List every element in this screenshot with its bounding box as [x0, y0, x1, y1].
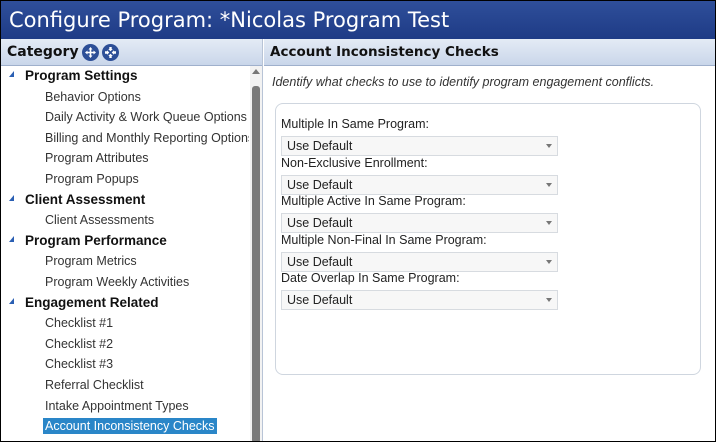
- check-field: Multiple In Same Program: Use Default: [281, 116, 558, 156]
- tree-item[interactable]: Referral Checklist: [1, 375, 249, 396]
- tree-item[interactable]: Intake Appointment Types: [1, 396, 249, 417]
- tree-group-label: Program Performance: [25, 232, 167, 248]
- check-field-label: Non-Exclusive Enrollment:: [281, 155, 428, 170]
- tree-item[interactable]: Program Metrics: [1, 251, 249, 272]
- check-field-dropdown[interactable]: Use Default: [281, 290, 558, 311]
- check-field-label: Multiple Non-Final In Same Program:: [281, 232, 487, 247]
- tree-group-label: Program Settings: [25, 68, 138, 83]
- dropdown-value: Use Default: [287, 293, 353, 308]
- check-field-label: Multiple In Same Program:: [281, 117, 429, 131]
- dropdown-value: Use Default: [287, 216, 353, 231]
- configure-program-window: Configure Program: *Nicolas Program Test…: [0, 0, 716, 442]
- tree-group[interactable]: Program Performance: [1, 231, 249, 252]
- tree-item[interactable]: Checklist #2: [1, 334, 249, 355]
- tree-item[interactable]: Daily Activity & Work Queue Options: [1, 107, 249, 128]
- tree-item-label: Account Inconsistency Checks: [43, 418, 217, 435]
- tree-item-selected[interactable]: Account Inconsistency Checks: [1, 416, 249, 437]
- tree-item-label: Intake Appointment Types: [45, 398, 189, 413]
- panel-title: Account Inconsistency Checks: [264, 39, 715, 66]
- check-field-label: Multiple Active In Same Program:: [281, 194, 466, 209]
- check-field: Multiple Non-Final In Same Program: Use D…: [281, 232, 558, 272]
- dropdown-value: Use Default: [287, 177, 353, 192]
- expand-arrow-icon[interactable]: [9, 235, 14, 242]
- check-field: Date Overlap In Same Program: Use Default: [281, 270, 558, 311]
- expand-all-icon[interactable]: [81, 43, 99, 61]
- tree-item-label: Client Assessments: [45, 213, 155, 228]
- tree-item[interactable]: Client Assessments: [1, 210, 249, 231]
- tree-item[interactable]: Billing and Monthly Reporting Options: [1, 128, 249, 149]
- check-field-dropdown[interactable]: Use Default: [281, 136, 558, 156]
- collapse-all-icon[interactable]: [101, 43, 119, 61]
- tree-scrollbar[interactable]: [250, 66, 262, 441]
- tree-item-label: Program Attributes: [45, 151, 149, 166]
- scroll-up-icon[interactable]: [252, 69, 260, 74]
- dropdown-value: Use Default: [287, 139, 353, 153]
- tree-item[interactable]: Behavior Options: [1, 87, 249, 108]
- tree-item[interactable]: Program Popups: [1, 169, 249, 190]
- expand-arrow-icon[interactable]: [9, 71, 14, 77]
- tree-item-label: Program Popups: [45, 171, 139, 186]
- category-panel: Category Program Settings Behavior Option…: [1, 39, 263, 441]
- chevron-down-icon[interactable]: [546, 298, 552, 303]
- chevron-down-icon[interactable]: [546, 221, 552, 226]
- check-field-dropdown[interactable]: Use Default: [281, 251, 558, 272]
- tree-group[interactable]: Client Assessment: [1, 190, 249, 211]
- tree-group-label: Engagement Related: [25, 294, 159, 310]
- tree-group[interactable]: Program Settings: [1, 66, 249, 87]
- expand-arrow-icon[interactable]: [9, 297, 14, 304]
- settings-panel: Account Inconsistency Checks Identify wh…: [264, 39, 715, 441]
- check-field: Non-Exclusive Enrollment: Use Default: [281, 155, 558, 195]
- check-field-label: Date Overlap In Same Program:: [281, 271, 460, 286]
- tree-item-label: Referral Checklist: [45, 377, 144, 392]
- chevron-down-icon[interactable]: [546, 144, 552, 148]
- panel-description: Identify what checks to use to identify …: [272, 75, 655, 89]
- tree-item-label: Checklist #2: [45, 336, 114, 351]
- expand-arrow-icon[interactable]: [9, 194, 14, 201]
- check-field-dropdown[interactable]: Use Default: [281, 174, 558, 195]
- tree-item[interactable]: Checklist #1: [1, 313, 249, 334]
- category-title: Category: [7, 44, 79, 60]
- tree-group[interactable]: Engagement Related: [1, 293, 249, 314]
- tree-item-label: Daily Activity & Work Queue Options: [45, 110, 247, 125]
- category-header: Category: [1, 39, 262, 66]
- tree-item[interactable]: Program Attributes: [1, 148, 249, 169]
- tree-group-label: Client Assessment: [25, 191, 146, 207]
- tree-item-label: Program Weekly Activities: [45, 274, 190, 289]
- check-field: Multiple Active In Same Program: Use Defa…: [281, 193, 558, 234]
- dropdown-value: Use Default: [287, 254, 353, 269]
- scroll-thumb[interactable]: [252, 86, 260, 441]
- tree-item[interactable]: Program Weekly Activities: [1, 272, 249, 293]
- tree-item-label: Behavior Options: [45, 89, 141, 104]
- checks-card: Multiple In Same Program: Use Default Non-…: [275, 103, 701, 375]
- tree-item[interactable]: Checklist #3: [1, 354, 249, 375]
- tree-item-label: Billing and Monthly Reporting Options: [45, 130, 249, 145]
- chevron-down-icon[interactable]: [546, 259, 552, 264]
- check-field-dropdown[interactable]: Use Default: [281, 213, 558, 234]
- tree-item-label: Program Metrics: [45, 254, 137, 269]
- tree-item-label: Checklist #3: [45, 357, 114, 372]
- tree-item-label: Checklist #1: [45, 316, 114, 331]
- chevron-down-icon[interactable]: [546, 182, 552, 187]
- category-tree: Program Settings Behavior Options Daily Ac…: [1, 66, 249, 441]
- window-title: Configure Program: *Nicolas Program Test: [1, 1, 715, 39]
